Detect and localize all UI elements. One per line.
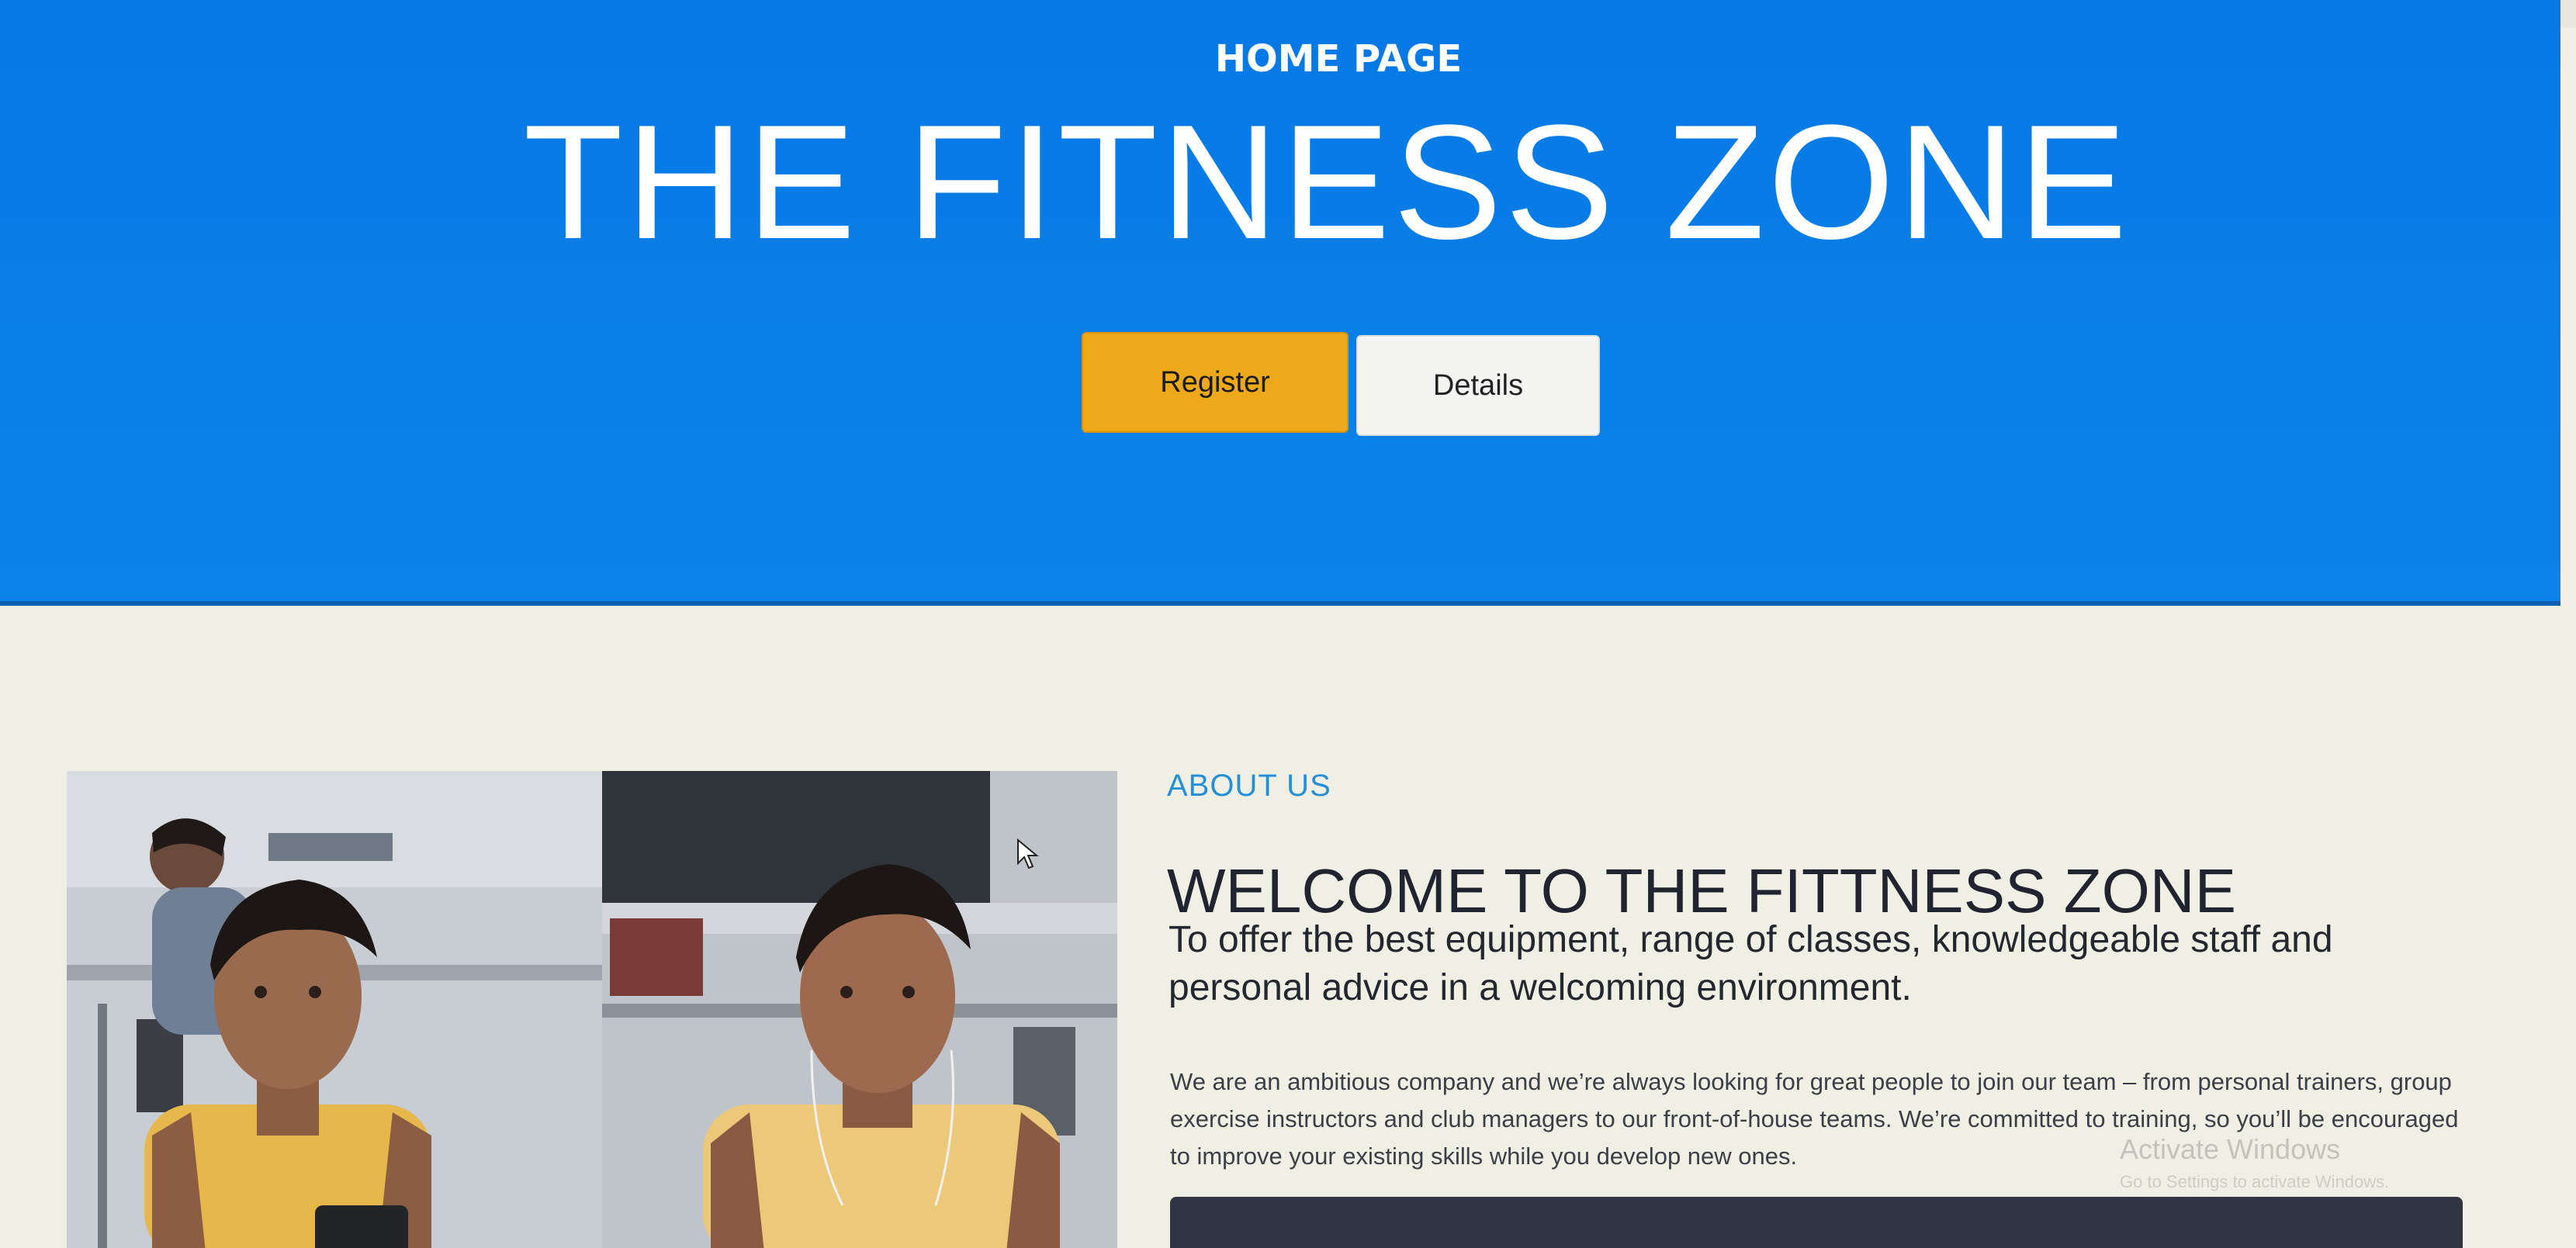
site-title-text: THE FITNESS ZONE: [523, 91, 2131, 273]
about-lead-text: To offer the best equipment, range of cl…: [1169, 919, 2333, 1009]
activate-windows-title: Activate Windows: [2120, 1133, 2341, 1165]
about-us-label: ABOUT US: [1167, 769, 1331, 803]
cursor-arrow-icon: [1017, 838, 1039, 869]
about-heading: WELCOME TO THE FITTNESS ZONE: [1167, 856, 2236, 925]
register-button[interactable]: Register: [1082, 332, 1349, 433]
hero-section: HOME PAGE THE FITNESS ZONE Register Deta…: [0, 0, 2560, 606]
gym-selfie-photo: [67, 771, 1117, 1248]
about-cta-bar[interactable]: [1170, 1197, 2463, 1248]
gym-photo-illustration: [67, 771, 1117, 1248]
details-button[interactable]: Details: [1356, 335, 1600, 436]
about-section: ABOUT US WELCOME TO THE FITTNESS ZONE To…: [0, 606, 2576, 1248]
fitness-zone-page: ⋯ HOME PAGE THE FITNESS ZONE Register De…: [0, 0, 2576, 1248]
page-label: HOME PAGE: [1214, 37, 1463, 81]
site-title: THE FITNESS ZONE: [0, 101, 2576, 264]
activate-windows-subtitle: Go to Settings to activate Windows.: [2120, 1172, 2390, 1191]
